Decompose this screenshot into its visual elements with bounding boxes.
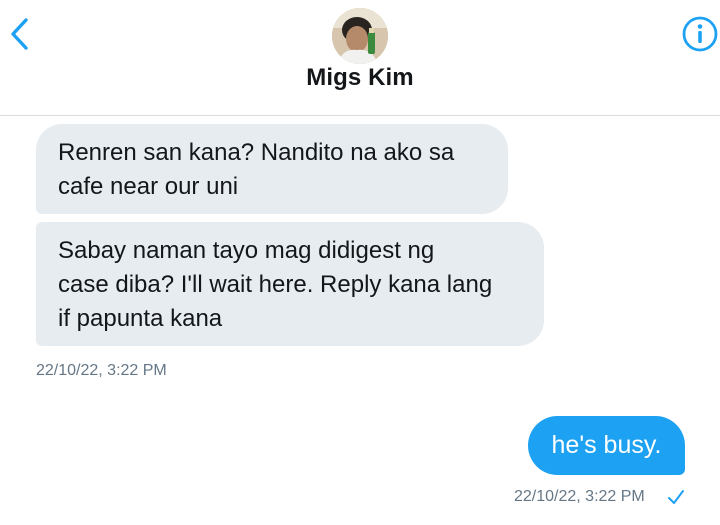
chevron-left-icon: [11, 18, 28, 50]
contact-name[interactable]: Migs Kim: [0, 64, 720, 92]
info-circle-icon: [682, 16, 718, 52]
message-bubble-incoming[interactable]: Renren san kana? Nandito na ako sa cafe …: [36, 124, 508, 214]
message-text: Sabay naman tayo mag didigest ng case di…: [58, 237, 493, 332]
message-text: he's busy.: [551, 431, 662, 459]
conversation-header: Migs Kim: [0, 0, 720, 116]
checkmark-icon: [668, 490, 684, 504]
back-button[interactable]: [4, 12, 38, 56]
message-timestamp: 22/10/22, 3:22 PM: [36, 362, 167, 379]
message-timestamp: 22/10/22, 3:22 PM: [514, 488, 645, 505]
avatar[interactable]: [332, 8, 388, 64]
message-text: Renren san kana? Nandito na ako sa cafe …: [58, 139, 455, 200]
message-bubble-incoming[interactable]: Sabay naman tayo mag didigest ng case di…: [36, 222, 544, 346]
message-bubble-outgoing[interactable]: he's busy.: [528, 416, 685, 475]
avatar-image: [332, 8, 388, 64]
info-button[interactable]: [681, 15, 719, 53]
